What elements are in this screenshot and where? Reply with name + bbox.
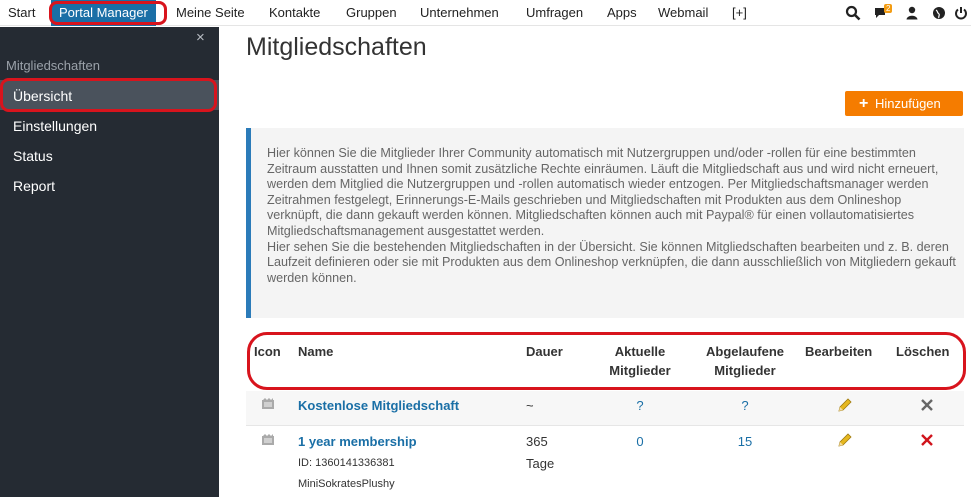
sidebar-item-einstellungen[interactable]: Einstellungen bbox=[13, 118, 97, 134]
add-button-label: Hinzufügen bbox=[875, 96, 941, 111]
membership-name-link[interactable]: 1 year membership bbox=[298, 434, 417, 449]
membership-duration-unit: Tage bbox=[526, 456, 555, 471]
add-membership-button[interactable]: + Hinzufügen bbox=[845, 91, 963, 116]
info-box: Hier können Sie die Mitglieder Ihrer Com… bbox=[246, 128, 964, 318]
expired-members-link[interactable]: ? bbox=[697, 398, 793, 413]
nav-kontakte[interactable]: Kontakte bbox=[269, 0, 320, 26]
nav-unternehmen[interactable]: Unternehmen bbox=[420, 0, 499, 26]
edit-pencil-icon[interactable] bbox=[836, 397, 853, 414]
search-icon[interactable] bbox=[845, 5, 861, 21]
th-abgelaufene-line1: Abgelaufene bbox=[705, 344, 784, 359]
th-name: Name bbox=[298, 344, 334, 359]
top-navigation: Start Portal Manager Meine Seite Kontakt… bbox=[0, 0, 971, 26]
nav-umfragen[interactable]: Umfragen bbox=[526, 0, 583, 26]
power-icon[interactable] bbox=[953, 5, 969, 21]
nav-more[interactable]: [+] bbox=[732, 0, 747, 26]
membership-name-link[interactable]: Kostenlose Mitgliedschaft bbox=[298, 398, 459, 413]
user-icon[interactable] bbox=[904, 5, 920, 21]
th-aktuelle-mitglieder: Aktuelle Mitglieder bbox=[600, 342, 680, 380]
nav-webmail[interactable]: Webmail bbox=[658, 0, 708, 26]
sidebar-heading: Mitgliedschaften bbox=[6, 58, 100, 73]
membership-product: MiniSokratesPlushy bbox=[298, 478, 395, 490]
th-aktuelle-line2: Mitglieder bbox=[609, 363, 671, 378]
nav-apps[interactable]: Apps bbox=[607, 0, 637, 26]
nav-portal-manager[interactable]: Portal Manager bbox=[51, 0, 156, 26]
info-text-paragraph-2: Hier sehen Sie die bestehenden Mitglieds… bbox=[267, 239, 956, 285]
sidebar-close-icon[interactable]: × bbox=[196, 29, 205, 46]
current-members-link[interactable]: 0 bbox=[600, 434, 680, 449]
nav-meine-seite[interactable]: Meine Seite bbox=[176, 0, 245, 26]
th-abgelaufene-mitglieder: Abgelaufene Mitglieder bbox=[697, 342, 793, 380]
info-text: Hier können Sie die Mitglieder Ihrer Com… bbox=[267, 146, 957, 286]
notification-badge: 2 bbox=[884, 4, 893, 13]
th-dauer: Dauer bbox=[526, 344, 563, 359]
th-icon: Icon bbox=[254, 344, 281, 359]
sidebar-item-uebersicht[interactable]: Übersicht bbox=[13, 88, 72, 104]
nav-gruppen[interactable]: Gruppen bbox=[346, 0, 397, 26]
plus-icon: + bbox=[859, 95, 869, 112]
globe-icon[interactable] bbox=[931, 5, 947, 21]
expired-members-link[interactable]: 15 bbox=[697, 434, 793, 449]
sidebar-item-report[interactable]: Report bbox=[13, 178, 55, 194]
membership-icon bbox=[262, 398, 274, 409]
page-title: Mitgliedschaften bbox=[246, 33, 427, 61]
sidebar-item-status[interactable]: Status bbox=[13, 148, 53, 164]
th-abgelaufene-line2: Mitglieder bbox=[714, 363, 776, 378]
delete-icon[interactable] bbox=[920, 433, 934, 447]
membership-icon bbox=[262, 434, 274, 445]
edit-pencil-icon[interactable] bbox=[836, 432, 853, 449]
sidebar: × Mitgliedschaften Übersicht Einstellung… bbox=[0, 27, 219, 497]
row-separator bbox=[246, 425, 964, 426]
membership-id: ID: 1360141336381 bbox=[298, 457, 395, 469]
info-text-paragraph-1: Hier können Sie die Mitglieder Ihrer Com… bbox=[267, 146, 939, 238]
nav-start[interactable]: Start bbox=[8, 0, 35, 26]
current-members-link[interactable]: ? bbox=[600, 398, 680, 413]
th-bearbeiten: Bearbeiten bbox=[805, 344, 873, 359]
membership-duration: ~ bbox=[526, 398, 534, 413]
membership-duration-value: 365 bbox=[526, 434, 548, 449]
delete-icon-disabled[interactable] bbox=[920, 398, 934, 412]
th-loeschen: Löschen bbox=[896, 344, 950, 359]
th-aktuelle-line1: Aktuelle bbox=[614, 344, 666, 359]
